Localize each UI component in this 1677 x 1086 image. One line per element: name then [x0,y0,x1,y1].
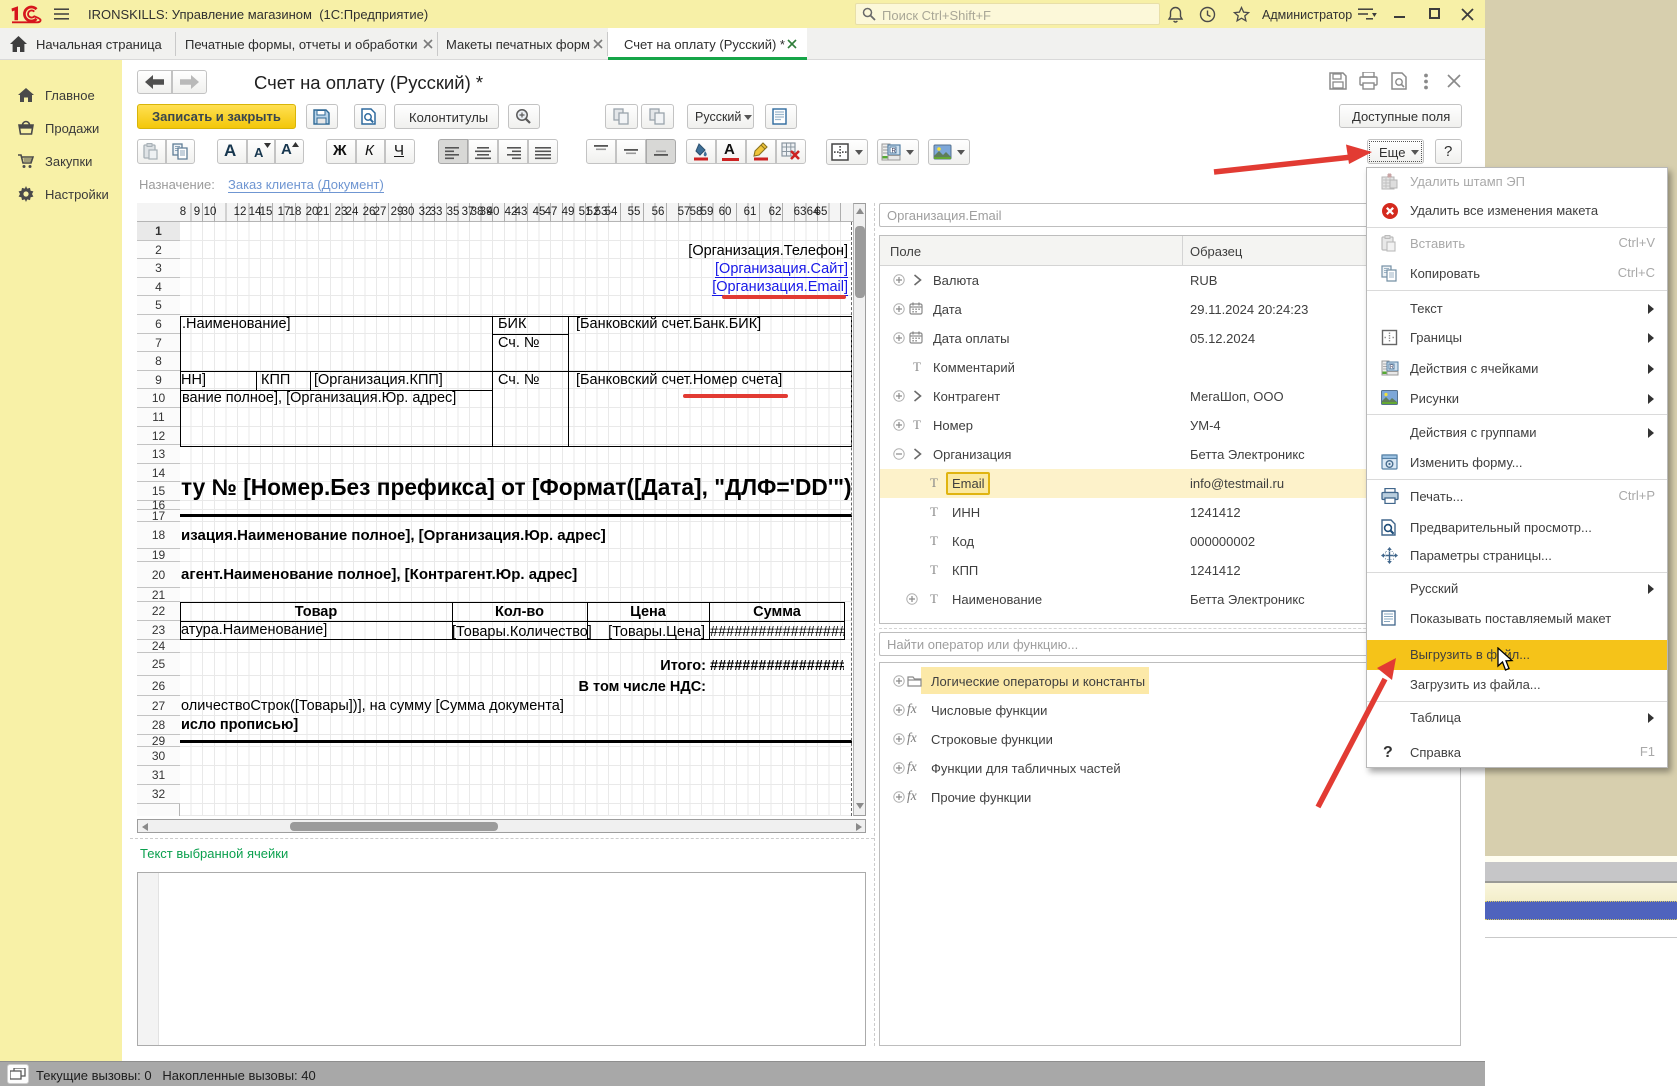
svg-text:R: R [1390,365,1394,371]
svg-text:R: R [892,148,897,154]
